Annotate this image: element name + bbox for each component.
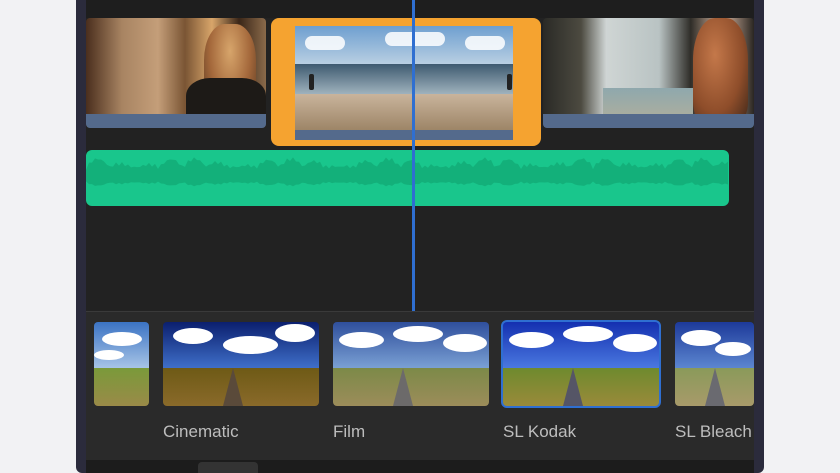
timeline[interactable] [86, 0, 754, 311]
clip-track-bar [86, 114, 266, 128]
filter-thumbnail [333, 322, 489, 406]
playhead[interactable] [412, 0, 415, 311]
timeline-ruler[interactable] [86, 0, 754, 18]
filter-thumbnail [675, 322, 754, 406]
clip-track-bar [295, 130, 513, 140]
video-clip-woman-phone[interactable] [543, 18, 754, 128]
audio-track[interactable] [86, 150, 729, 206]
clip-thumbnail [295, 26, 513, 130]
editor-screen: Cinematic Film SL Kodak SL Bleach [86, 0, 754, 473]
filter-label: Film [333, 422, 366, 441]
filter-film[interactable]: Film [333, 322, 489, 442]
bottom-toolbar [86, 460, 754, 473]
filter-sl-kodak[interactable]: SL Kodak [501, 320, 661, 442]
filter-partial-left[interactable] [94, 322, 149, 422]
filter-sl-bleach[interactable]: SL Bleach [675, 322, 754, 442]
filter-label: Cinematic [163, 422, 239, 441]
filter-thumbnail [501, 320, 661, 408]
clip-track-bar [543, 114, 754, 128]
filter-thumbnail [163, 322, 319, 406]
tablet-device: Cinematic Film SL Kodak SL Bleach [76, 0, 764, 473]
filter-label: SL Kodak [503, 422, 577, 441]
toolbar-tab[interactable] [198, 462, 258, 473]
video-clip-woman-beach[interactable] [86, 18, 266, 128]
filter-label: SL Bleach [675, 422, 752, 441]
filter-cinematic[interactable]: Cinematic [163, 322, 319, 442]
filter-thumbnail [94, 322, 149, 406]
video-clip-selected[interactable] [271, 18, 541, 146]
filter-strip[interactable]: Cinematic Film SL Kodak SL Bleach [86, 311, 754, 473]
audio-waveform [86, 157, 728, 187]
